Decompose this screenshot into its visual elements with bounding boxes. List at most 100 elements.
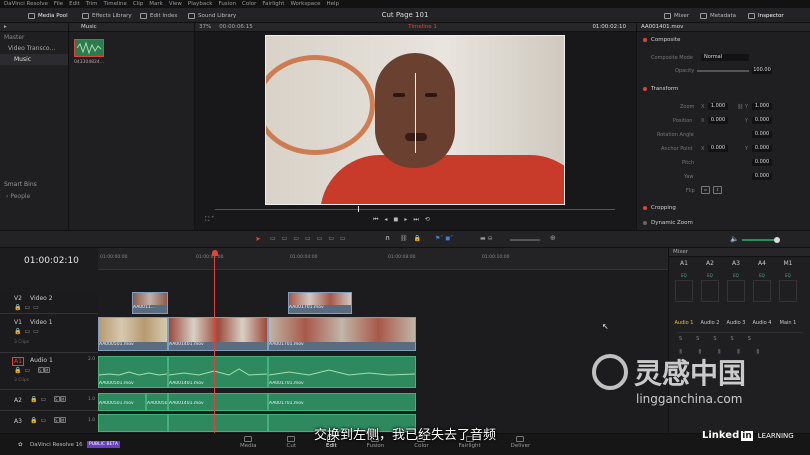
crop-tool-icon[interactable]: ⛶ ˅ [205,216,214,224]
menu-fusion[interactable]: Fusion [218,1,236,7]
timeline-name[interactable]: Timeline 1 [408,24,437,30]
mute-button[interactable]: M [44,367,51,373]
zoom-x-value[interactable]: 1.000 [708,103,728,110]
metadata-button[interactable]: Metadata [700,8,736,23]
timeline-ruler[interactable]: 01:00:00:00 01:00:02:00 01:00:04:00 01:0… [98,248,668,270]
menu-timeline[interactable]: Timeline [104,1,127,7]
bin-video-transcode[interactable]: Video Transco... [0,43,68,54]
viewer-scrubber[interactable] [215,209,615,210]
edit-tools-icons[interactable]: ▭▭▭▭▭▭▭ [270,235,352,242]
mute-button[interactable]: M [60,396,67,402]
opacity-value[interactable]: 100.00 [752,67,772,74]
audio-clip[interactable]: AA001401.mov [168,393,268,411]
inspector-button[interactable]: Inspector [748,8,784,23]
cropping-section[interactable]: Cropping [643,205,676,211]
bus-label: Audio 4 [752,320,772,326]
inspector-panel: AA001401.mov Composite Composite Mode No… [636,23,810,230]
transport-controls[interactable]: ⏮◂◼▸⏭⟲ [373,216,436,224]
menu-mark[interactable]: Mark [149,1,163,7]
video-clip[interactable]: AA001701.mov [268,317,416,351]
people-label: People [10,193,31,200]
anchor-y-value[interactable]: 0.000 [752,145,772,152]
track-controls-icons[interactable]: 🔒▭▭ [14,304,42,311]
position-y-value[interactable]: 0.000 [752,117,772,124]
track-controls-icons[interactable]: 🔒▭ SM [14,367,51,374]
menu-workspace[interactable]: Workspace [290,1,320,7]
mixer-channel[interactable]: A4 EQ [749,260,775,302]
mixer-channel[interactable]: M1 EQ [775,260,801,302]
audio-clip[interactable]: AA001401.mov [168,356,268,388]
audio-clip[interactable]: AA001701.mov [268,393,416,411]
composite-section[interactable]: Composite [643,37,680,43]
rotation-value[interactable]: 0.000 [752,131,772,138]
mixer-channel[interactable]: A3 EQ [723,260,749,302]
enable-dot-icon[interactable] [643,206,647,210]
audio-clip[interactable]: AA001701.mov [268,356,416,388]
zoom-y-value[interactable]: 1.000 [752,103,772,110]
zoom-in-icon[interactable]: ⊕ [550,234,556,242]
viewer-playhead[interactable] [358,206,359,212]
enable-dot-icon[interactable] [643,87,647,91]
video-clip[interactable]: AA001401.mov [168,317,268,351]
ruler-tick: 01:00:00:00 [100,255,128,260]
bin-master[interactable]: Master [0,32,68,43]
volume-slider[interactable] [742,239,776,241]
track-controls-icons[interactable]: 🔒▭▭ [14,328,42,335]
mute-button[interactable]: M [60,417,67,423]
video-clip[interactable]: AA000501.mov [98,317,168,351]
disabled-dot-icon[interactable] [643,221,647,225]
menu-clip[interactable]: Clip [133,1,143,7]
viewer-zoom[interactable]: 37% [199,24,211,30]
dynamic-zoom-section[interactable]: Dynamic Zoom [643,220,693,226]
menu-fairlight[interactable]: Fairlight [262,1,284,7]
mixer-solo-mute-row[interactable]: SSSSS [679,336,765,342]
timeline-panel: 01:00:02:10 01:00:00:00 01:00:02:00 01:0… [0,248,668,433]
volume-knob[interactable] [774,237,780,243]
eq-label: EQ [733,273,739,278]
smart-bin-people[interactable]: › People [6,193,30,200]
menu-help[interactable]: Help [327,1,340,7]
mixer-channel[interactable]: A1 EQ [671,260,697,302]
selection-tool-icon[interactable]: ➤ [255,235,261,243]
flip-horizontal-button[interactable]: ⇔ [701,186,710,194]
video-clip[interactable]: AA0011... [132,292,168,314]
clip-label: AA001401.mov [169,342,204,347]
audio-clip[interactable]: AA000501.mov [146,393,168,411]
flip-vertical-button[interactable]: ⇕ [713,186,722,194]
audio-clip[interactable]: AA000501.mov [98,393,146,411]
menu-app[interactable]: DaVinci Resolve [4,1,48,7]
bus-label: Audio 3 [726,320,746,326]
menu-playback[interactable]: Playback [188,1,213,7]
speaker-icon[interactable]: 🔈 [730,235,739,243]
pitch-value[interactable]: 0.000 [752,159,772,166]
video-clip[interactable]: AA001701.mov [288,292,352,314]
audio-clip[interactable]: AA000501.mov [98,356,168,388]
track-controls-icons[interactable]: 🔒▭ SM [30,396,67,403]
track-controls-icons[interactable]: 🔒▭ SM [30,417,67,424]
mixer-button[interactable]: Mixer [664,8,689,23]
audio-clip-thumbnail[interactable] [74,39,104,57]
timeline-zoom-slider[interactable] [510,239,540,241]
opacity-slider[interactable] [697,70,749,72]
position-x-value[interactable]: 0.000 [708,117,728,124]
transform-section[interactable]: Transform [643,86,678,92]
bin-music[interactable]: Music [0,54,68,65]
playhead-marker[interactable] [212,250,218,256]
composite-mode-select[interactable]: Normal [701,54,749,61]
zoom-out-icon[interactable]: ▬ ⊖ [480,235,493,242]
link-lock-icons[interactable]: ⛓🔒 [400,235,427,242]
playhead-line[interactable] [214,256,215,433]
flag-icon[interactable]: ⚑˅ ◼˅ [435,235,453,242]
link-icon[interactable]: ⛓ [737,104,743,110]
mixer-channel[interactable]: A2 EQ [697,260,723,302]
anchor-x-value[interactable]: 0.000 [708,145,728,152]
menu-view[interactable]: View [169,1,182,7]
enable-dot-icon[interactable] [643,38,647,42]
menu-edit[interactable]: Edit [69,1,80,7]
yaw-value[interactable]: 0.000 [752,173,772,180]
menu-color[interactable]: Color [242,1,256,7]
menu-trim[interactable]: Trim [86,1,98,7]
snapping-icon[interactable]: ∩ [385,234,390,242]
menu-file[interactable]: File [54,1,63,7]
track-id-a1[interactable]: A1 [12,357,24,366]
